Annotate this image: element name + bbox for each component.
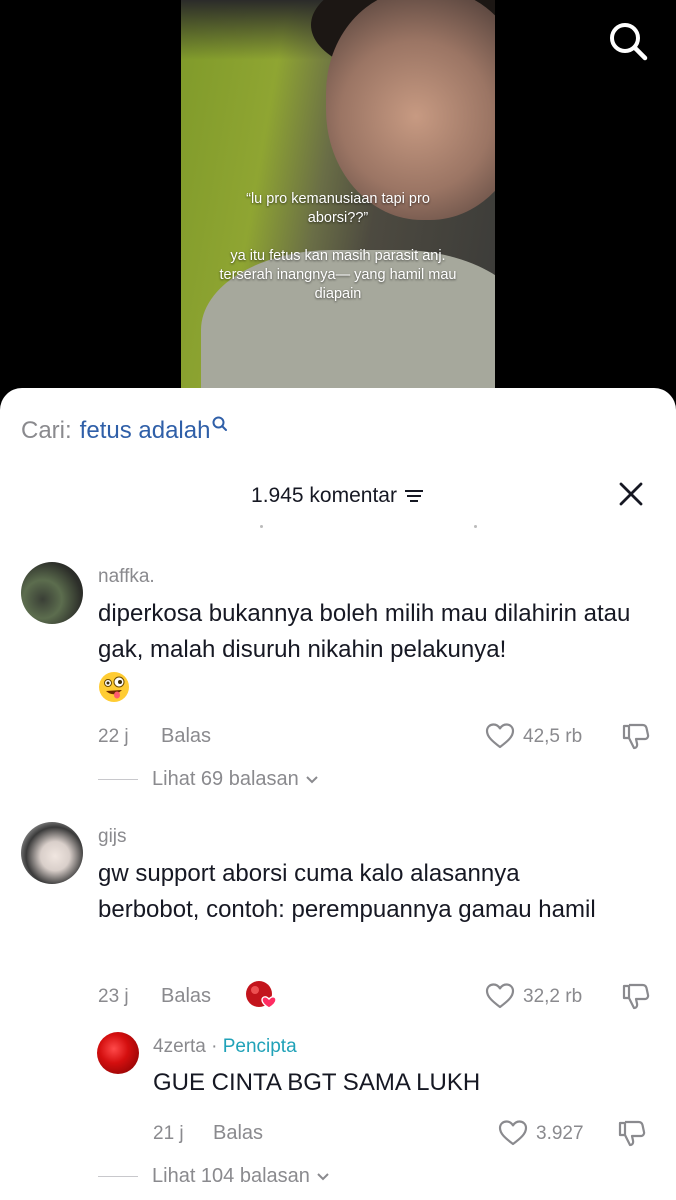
comment-text: diperkosa bukannya boleh milih mau dilah…: [98, 600, 631, 663]
search-icon: [212, 416, 228, 431]
view-replies-label: Lihat 104 balasan: [152, 1165, 310, 1187]
reply-button[interactable]: Balas: [161, 985, 211, 1008]
thumbs-down-icon[interactable]: [621, 981, 651, 1011]
video-caption-line-2: ya itu fetus kan masih parasit anj. ters…: [219, 248, 457, 302]
chevron-down-icon: [317, 1172, 329, 1180]
avatar[interactable]: [97, 1032, 139, 1074]
related-search-term[interactable]: fetus adalah: [80, 417, 211, 445]
like-count: 3.927: [536, 1123, 584, 1144]
comment-count-wrap[interactable]: 1.945 komentar: [0, 484, 676, 508]
zany-face-emoji-icon: [99, 672, 129, 702]
video-caption: “lu pro kemanusiaan tapi pro aborsi??” y…: [215, 190, 461, 323]
divider: [98, 1176, 138, 1177]
heart-icon[interactable]: [498, 1119, 528, 1147]
reply-time: 21 j: [153, 1123, 184, 1144]
sort-icon[interactable]: [403, 487, 425, 505]
comment-count: 1.945 komentar: [251, 484, 397, 507]
reply-username[interactable]: 4zerta: [153, 1036, 206, 1057]
separator: ·: [211, 1036, 218, 1057]
comments-header: 1.945 komentar: [0, 480, 676, 514]
thumbs-down-icon[interactable]: [621, 721, 651, 751]
close-icon[interactable]: [617, 480, 645, 508]
thumbs-down-icon[interactable]: [617, 1118, 647, 1148]
creator-liked-icon: [246, 981, 277, 1009]
reply-text: GUE CINTA BGT SAMA LUKH: [153, 1069, 481, 1096]
view-replies-button[interactable]: Lihat 104 balasan: [98, 1165, 331, 1188]
reply-button[interactable]: Balas: [213, 1122, 263, 1145]
comment-time: 22 j: [98, 726, 129, 747]
comment-time: 23 j: [98, 986, 129, 1007]
heart-icon[interactable]: [485, 982, 515, 1010]
scroll-indicator: [260, 525, 480, 529]
comment-text: gw support aborsi cuma kalo alasannya be…: [98, 860, 596, 923]
video-subject-face: [326, 0, 495, 220]
view-replies-button[interactable]: Lihat 69 balasan: [98, 768, 320, 791]
video-player[interactable]: “lu pro kemanusiaan tapi pro aborsi??” y…: [0, 0, 676, 400]
creator-badge: Pencipta: [222, 1036, 297, 1057]
reply-username-row: 4zerta · Pencipta: [153, 1036, 297, 1058]
comments-sheet: Cari: fetus adalah 1.945 komentar naffka…: [0, 388, 676, 1200]
video-caption-line-1: “lu pro kemanusiaan tapi pro aborsi??”: [246, 191, 430, 226]
avatar[interactable]: [21, 562, 83, 624]
comment-username[interactable]: naffka.: [98, 566, 155, 588]
related-search-prefix: Cari:: [21, 417, 72, 444]
avatar[interactable]: [21, 822, 83, 884]
divider: [98, 779, 138, 780]
heart-icon[interactable]: [485, 722, 515, 750]
view-replies-label: Lihat 69 balasan: [152, 768, 299, 790]
search-icon[interactable]: [606, 20, 650, 64]
related-search[interactable]: Cari: fetus adalah: [21, 416, 229, 445]
comment-username[interactable]: gijs: [98, 826, 127, 848]
like-count: 42,5 rb: [523, 726, 583, 747]
reply-button[interactable]: Balas: [161, 725, 211, 748]
chevron-down-icon: [306, 775, 318, 783]
like-count: 32,2 rb: [523, 986, 583, 1007]
